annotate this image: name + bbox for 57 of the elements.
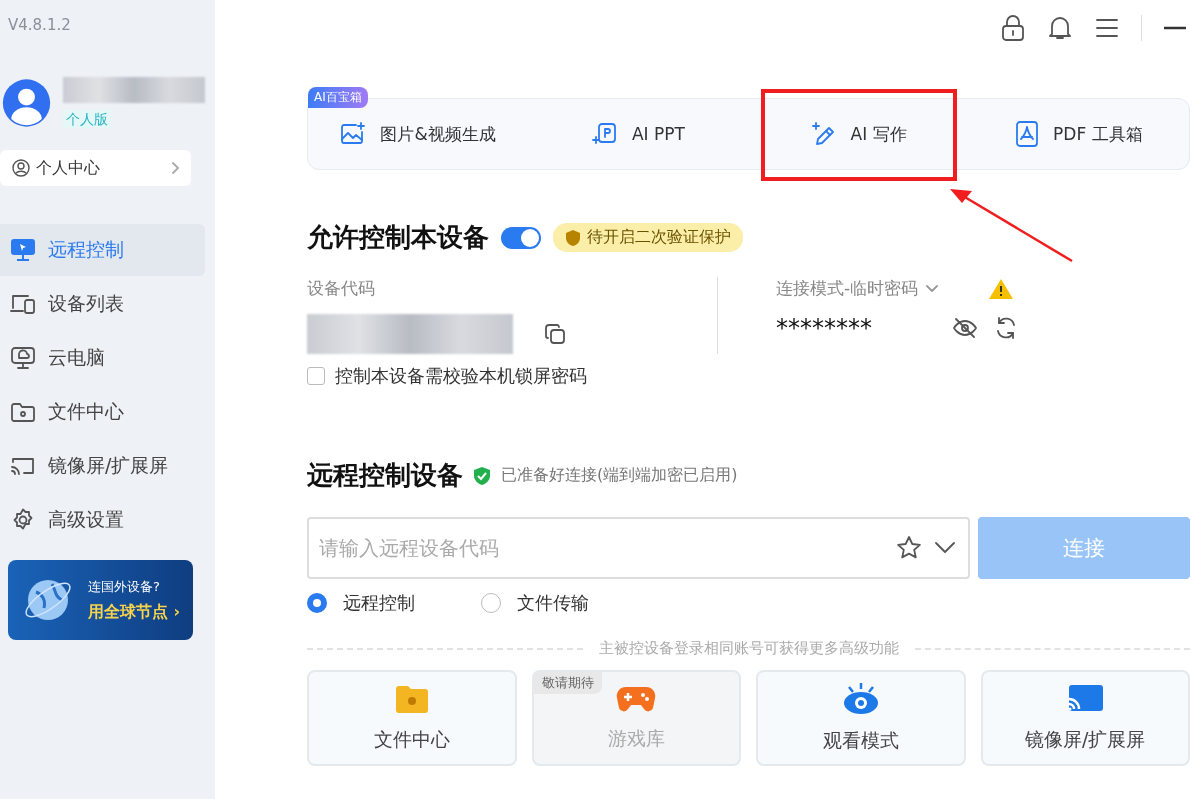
- star-icon[interactable]: [896, 535, 922, 561]
- coming-soon-tag: 敬请期待: [533, 672, 602, 694]
- image-sparkle-icon: [340, 122, 367, 146]
- version-text: V4.8.1.2: [7, 16, 72, 36]
- gamepad-icon: [616, 684, 657, 714]
- toggle-switch[interactable]: [501, 226, 541, 249]
- sidebar-item[interactable]: 高级设置: [0, 494, 205, 546]
- pdf-file-icon: [1015, 121, 1040, 147]
- status-text: 已准备好连接(端到端加密已启用): [501, 465, 738, 486]
- feature-card[interactable]: 镜像屏/扩展屏: [980, 670, 1190, 766]
- section-title: 允许控制本设备: [307, 221, 489, 254]
- feature-card[interactable]: 文件中心: [307, 670, 517, 766]
- lock-password-checkbox[interactable]: 控制本设备需校验本机锁屏密码: [307, 364, 1190, 388]
- chevron-right-icon: [171, 162, 179, 174]
- ppt-file-icon: [591, 122, 618, 146]
- mode-dropdown[interactable]: 连接模式-临时密码: [776, 277, 939, 300]
- minimize-icon[interactable]: [1164, 26, 1186, 30]
- sidebar-item[interactable]: 云电脑: [0, 332, 205, 384]
- feature-card[interactable]: 观看模式: [756, 670, 966, 766]
- promo-text: 连国外设备?: [88, 577, 161, 596]
- hint-text: 主被控设备登录相同账号可获得更多高级功能: [598, 639, 899, 658]
- monitor-icon: [10, 238, 36, 262]
- sidebar-item[interactable]: 镜像屏/扩展屏: [0, 440, 205, 492]
- user-icon: [12, 159, 30, 177]
- promo-link[interactable]: 用全球节点 ›: [88, 601, 181, 623]
- folder-icon: [393, 683, 430, 715]
- radio-option[interactable]: 远程控制: [307, 591, 415, 615]
- edition-label: 个人版: [63, 110, 111, 128]
- field-label: 设备代码: [307, 277, 376, 300]
- ai-tool-button[interactable]: AI 写作: [748, 99, 969, 169]
- chevron-down-icon[interactable]: [934, 541, 956, 555]
- sidebar-item[interactable]: 文件中心: [0, 386, 205, 438]
- copy-icon[interactable]: [543, 322, 567, 346]
- verification-badge: 待开启二次验证保护: [553, 223, 743, 252]
- profile-link[interactable]: 个人中心: [0, 150, 191, 186]
- refresh-icon[interactable]: [994, 316, 1018, 340]
- radio-option[interactable]: 文件传输: [481, 591, 589, 615]
- ai-toolbox-badge: AI百宝箱: [308, 87, 368, 108]
- chevron-down-icon: [926, 284, 939, 293]
- cloud-monitor-icon: [10, 346, 36, 370]
- ai-tool-button[interactable]: PDF 工具箱: [968, 99, 1189, 169]
- warning-icon: [988, 277, 1015, 300]
- devices-icon: [10, 292, 36, 316]
- folder-icon: [10, 400, 36, 424]
- pen-sparkle-icon: [810, 122, 837, 146]
- bell-icon[interactable]: [1047, 15, 1073, 41]
- lock-icon[interactable]: [1001, 15, 1025, 41]
- ai-tool-button[interactable]: AI PPT: [528, 99, 749, 169]
- shield-icon: [565, 228, 581, 247]
- device-code-input[interactable]: 请输入远程设备代码: [307, 517, 970, 579]
- shield-check-icon: [473, 465, 491, 486]
- eye-off-icon[interactable]: [952, 317, 978, 339]
- global-node-banner[interactable]: 连国外设备? 用全球节点 ›: [8, 560, 193, 640]
- sidebar-item[interactable]: 设备列表: [0, 278, 205, 330]
- menu-icon[interactable]: [1095, 18, 1119, 38]
- password-text: ********: [776, 314, 872, 342]
- section-title: 远程控制设备: [307, 459, 463, 492]
